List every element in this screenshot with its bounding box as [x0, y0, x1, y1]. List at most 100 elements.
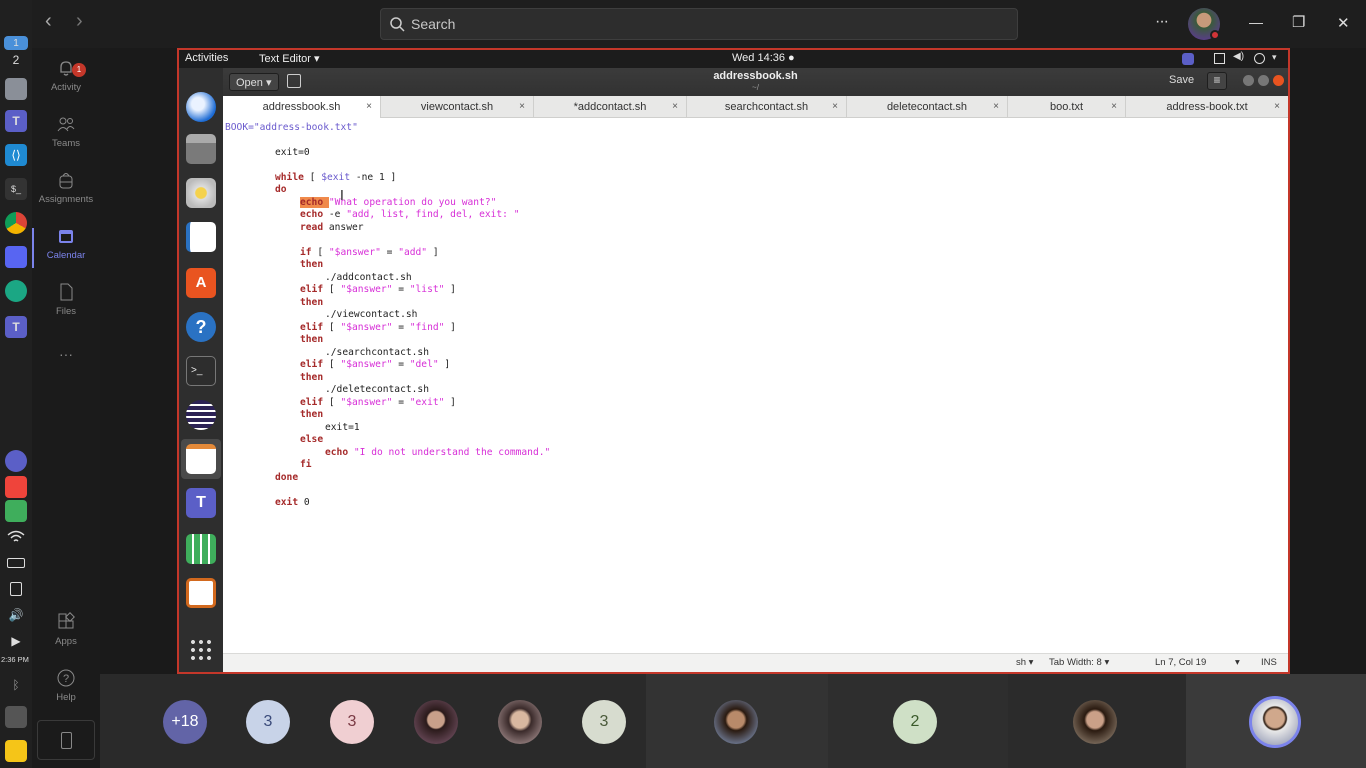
participant-tile[interactable]: 3 [582, 700, 626, 744]
bluetooth-icon[interactable]: ᛒ [5, 674, 27, 696]
participant-tile[interactable]: 3 [246, 700, 290, 744]
code-editor[interactable]: BOOK="address-book.txt" exit=0 while [ $… [223, 120, 1288, 655]
teams-dock-icon[interactable]: T [186, 488, 216, 518]
text-editor-icon[interactable] [186, 444, 216, 474]
power-icon[interactable] [1254, 53, 1265, 64]
app-icon-aperture[interactable] [5, 280, 27, 302]
app-icon-vscode[interactable]: ⟨⟩ [5, 144, 27, 166]
workspace-2-button[interactable]: 2 [5, 52, 27, 68]
teams-tray-icon[interactable] [1182, 53, 1194, 65]
taskbar-clock[interactable]: 2:36 PM [1, 655, 29, 664]
participant-avatar[interactable] [714, 700, 758, 744]
tab-close-icon[interactable]: × [993, 96, 999, 118]
thunderbird-icon[interactable] [186, 92, 216, 122]
app-icon-package[interactable] [5, 500, 27, 522]
volume-icon[interactable]: 🔊 [5, 604, 27, 626]
app-icon-notes[interactable] [5, 78, 27, 100]
wifi-icon[interactable] [5, 526, 27, 548]
rhythmbox-icon[interactable] [186, 178, 216, 208]
tab-close-icon[interactable]: × [672, 96, 678, 118]
rail-item-assignments[interactable]: Assignments [32, 170, 100, 205]
system-menu-arrow-icon[interactable]: ▾ [1272, 52, 1277, 63]
app-icon-chrome[interactable] [5, 212, 27, 234]
expand-tray-icon[interactable]: ▶ [5, 630, 27, 652]
rail-item-help[interactable]: ? Help [32, 668, 100, 703]
tab-close-icon[interactable]: × [519, 96, 525, 118]
tab-deletecontact-sh[interactable]: deletecontact.sh × [847, 96, 1008, 118]
show-apps-icon[interactable] [189, 638, 213, 662]
participant-avatar[interactable] [1073, 700, 1117, 744]
battery-icon[interactable] [5, 552, 27, 574]
rail-item-teams[interactable]: Teams [32, 114, 100, 149]
eclipse-icon[interactable] [186, 400, 216, 430]
participant-tile[interactable]: 2 [893, 700, 937, 744]
app-icon-discord[interactable] [5, 246, 27, 268]
app-icon-teams[interactable]: T [5, 110, 27, 132]
tab-addcontact-sh[interactable]: *addcontact.sh × [534, 96, 687, 118]
app-icon-terminal[interactable]: $_ [5, 178, 27, 200]
tab-boo-txt[interactable]: boo.txt × [1008, 96, 1126, 118]
self-avatar[interactable] [1249, 696, 1301, 748]
tab-close-icon[interactable]: × [1274, 96, 1280, 118]
participant-avatar[interactable] [498, 700, 542, 744]
hamburger-menu-button[interactable]: ≡ [1207, 72, 1227, 90]
text-editor-app-menu[interactable]: Text Editor ▾ [259, 52, 320, 65]
language-selector[interactable]: sh ▾ [1016, 657, 1033, 668]
app-icon-teams-notify[interactable] [5, 450, 27, 472]
files-icon[interactable] [186, 134, 216, 164]
code-line: echo "I do not understand the command." [325, 447, 551, 458]
app-icon-anydesk[interactable] [5, 476, 27, 498]
software-center-icon[interactable]: A [186, 268, 216, 298]
rail-item-files[interactable]: Files [32, 282, 100, 317]
app-icon-teams-2[interactable]: T [5, 316, 27, 338]
tab-close-icon[interactable]: × [366, 96, 372, 118]
rail-item-activity[interactable]: Activity 1 [32, 58, 100, 93]
network-icon[interactable] [1214, 53, 1225, 64]
cursor-position-arrow-icon[interactable]: ▾ [1235, 657, 1240, 668]
tab-address-book-txt[interactable]: address-book.txt × [1126, 96, 1288, 118]
os-taskbar: 1 2 T ⟨⟩ $_ T 🔊 ▶ 2:36 PM ᛒ [0, 0, 32, 768]
volume-icon[interactable]: ◀) [1233, 51, 1244, 62]
overflow-participants-button[interactable]: +18 [163, 700, 207, 744]
rail-item-more[interactable]: ··· [32, 346, 100, 362]
tab-close-icon[interactable]: × [1111, 96, 1117, 118]
clipboard-icon[interactable] [5, 578, 27, 600]
sticky-notes-icon[interactable] [5, 740, 27, 762]
restore-button[interactable]: ❐ [1292, 13, 1305, 31]
tab-close-icon[interactable]: × [832, 96, 838, 118]
user-avatar[interactable] [1188, 8, 1220, 40]
more-options-button[interactable]: ··· [1155, 13, 1169, 31]
tab-addressbook-sh[interactable]: addressbook.sh × [223, 96, 381, 118]
rail-item-calendar[interactable]: Calendar [32, 226, 100, 268]
help-icon[interactable]: ? [186, 312, 216, 342]
cursor-position[interactable]: Ln 7, Col 19 [1155, 657, 1206, 668]
workspace-1-button[interactable]: 1 [4, 36, 28, 50]
participant-tile[interactable]: 3 [330, 700, 374, 744]
close-button[interactable]: ✕ [1337, 14, 1350, 32]
impress-icon[interactable] [186, 578, 216, 608]
tab-viewcontact-sh[interactable]: viewcontact.sh × [381, 96, 534, 118]
participant-avatar[interactable] [414, 700, 458, 744]
minimize-button[interactable]: — [1249, 14, 1263, 30]
rail-item-label: Activity [50, 82, 82, 93]
code-line: do [275, 184, 287, 195]
rail-item-apps[interactable]: Apps [32, 612, 100, 647]
maximize-window-icon[interactable] [1258, 75, 1269, 86]
calc-icon[interactable] [186, 534, 216, 564]
tab-searchcontact-sh[interactable]: searchcontact.sh × [687, 96, 847, 118]
device-button[interactable] [37, 720, 95, 760]
writer-icon[interactable] [186, 222, 216, 252]
code-line: fi [300, 459, 312, 470]
window-title: addressbook.sh [713, 70, 798, 82]
minimize-window-icon[interactable] [1243, 75, 1254, 86]
gnome-clock[interactable]: Wed 14:36 ● [732, 52, 795, 64]
save-button[interactable]: Save [1169, 74, 1194, 86]
search-input[interactable]: Search [380, 8, 1018, 40]
calculator-icon[interactable] [5, 706, 27, 728]
back-button[interactable]: ‹ [45, 10, 52, 33]
tab-width-selector[interactable]: Tab Width: 8 ▾ [1049, 657, 1109, 668]
close-window-icon[interactable] [1273, 75, 1284, 86]
terminal-icon[interactable]: >_ [186, 356, 216, 386]
activities-button[interactable]: Activities [185, 52, 228, 64]
forward-button[interactable]: › [76, 10, 83, 33]
